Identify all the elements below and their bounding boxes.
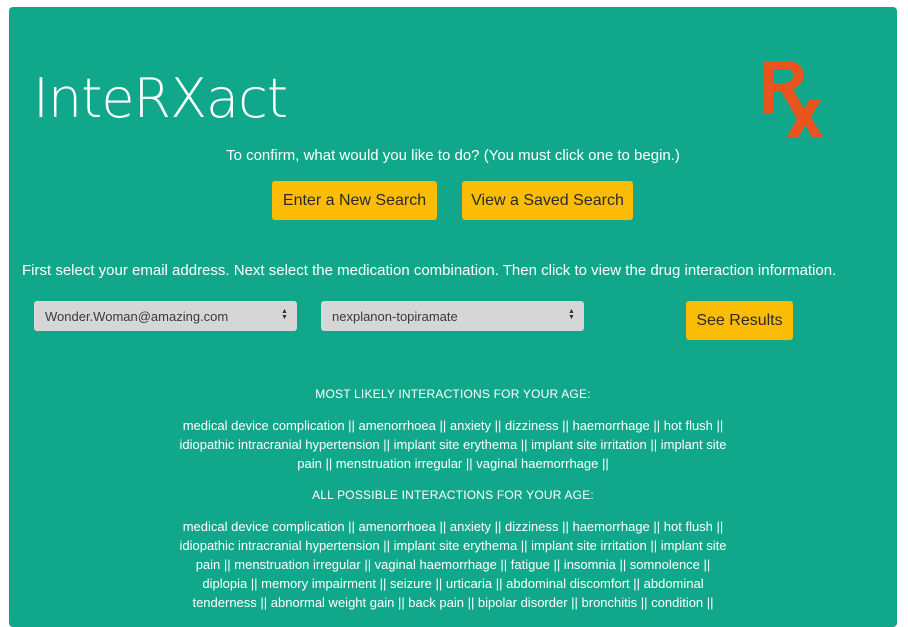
confirm-prompt: To confirm, what would you like to do? (… (226, 147, 680, 164)
medication-select[interactable]: nexplanon-topiramate ▲ ▼ (321, 301, 584, 331)
likely-interactions-list: medical device complication || amenorrho… (179, 418, 727, 471)
medication-select-value: nexplanon-topiramate (332, 308, 458, 324)
all-interactions-heading: ALL POSSIBLE INTERACTIONS FOR YOUR AGE: (312, 488, 594, 502)
select-arrows-icon: ▲ ▼ (281, 308, 288, 321)
email-select[interactable]: Wonder.Woman@amazing.com ▲ ▼ (34, 301, 297, 331)
select-arrows-icon: ▲ ▼ (568, 308, 575, 321)
view-saved-search-button[interactable]: View a Saved Search (462, 181, 633, 220)
prescription-rx-icon (763, 61, 823, 137)
app-title: InteRXact (33, 67, 288, 130)
main-panel: InteRXact To confirm, what would you lik… (9, 7, 897, 627)
see-results-button[interactable]: See Results (686, 301, 793, 340)
email-select-value: Wonder.Woman@amazing.com (45, 308, 229, 324)
likely-interactions-heading: MOST LIKELY INTERACTIONS FOR YOUR AGE: (315, 387, 591, 401)
instructions-text: First select your email address. Next se… (22, 262, 837, 279)
enter-new-search-button[interactable]: Enter a New Search (272, 181, 437, 220)
all-interactions-list: medical device complication || amenorrho… (179, 519, 727, 610)
